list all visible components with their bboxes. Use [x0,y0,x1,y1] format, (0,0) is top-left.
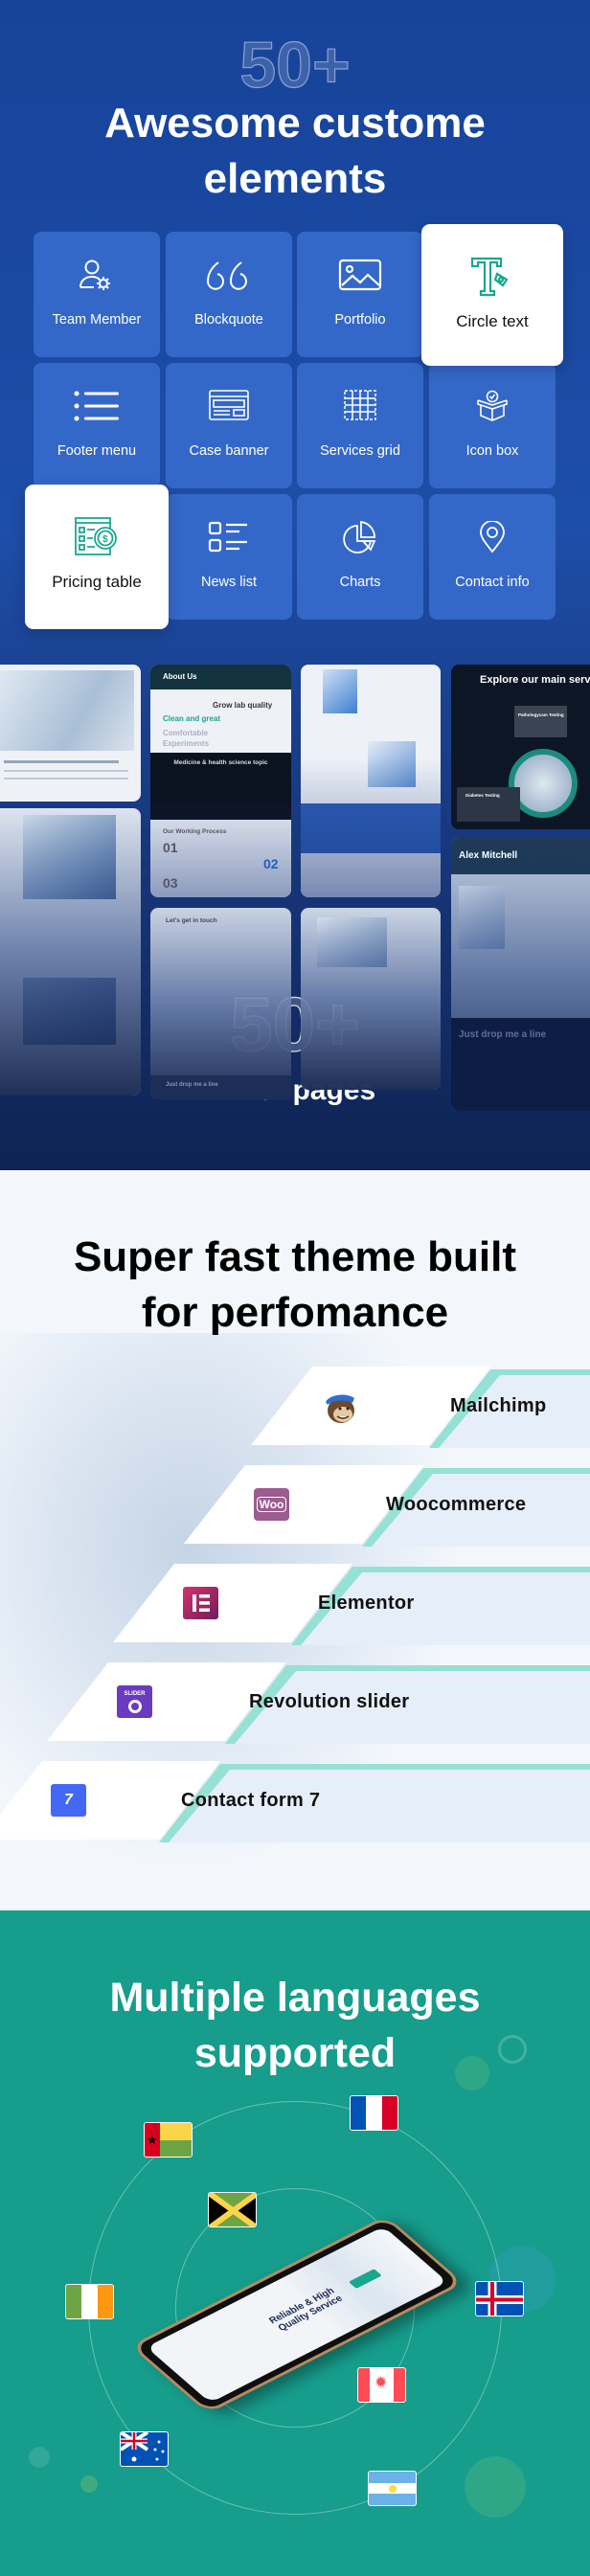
flag-iceland-icon[interactable] [475,2281,524,2316]
logo-text: 7 [64,1792,73,1808]
element-card-pricing-table[interactable]: $ Pricing table [25,485,169,629]
preview-text: Explore our main serv [480,674,590,686]
plugin-label: Revolution slider [249,1691,410,1712]
element-label: Footer menu [57,443,137,459]
languages-section: Multiple languages supported Reliable & … [0,1910,590,2576]
element-card-services-grid[interactable]: Services grid [297,363,423,488]
preview-text: 02 [263,856,279,871]
title-line-1: Multiple languages [109,1975,481,2021]
element-card-contact-info[interactable]: Contact info [429,494,556,620]
flag-ireland-icon[interactable] [65,2284,114,2319]
element-label: Blockquote [194,312,263,328]
section-title: Awesome custome elements [0,96,590,207]
plugin-label: Woocommerce [386,1494,527,1515]
element-label: Team Member [52,312,142,328]
element-label: News list [200,575,257,590]
preview-text: 03 [163,875,178,891]
element-label: Case banner [189,443,269,459]
section-title: Multiple languages supported [0,1970,590,2081]
preview-text: Just drop me a line [166,1082,218,1088]
element-card-icon-box[interactable]: Icon box [429,363,556,488]
flag-guinea-bissau-icon[interactable]: ★ [144,2122,193,2158]
box-icon [429,390,556,428]
preview-text: Grow lab quality [213,701,273,710]
preview-text: 01 [163,840,178,855]
preview-text: Pathologycam Testing [518,712,564,717]
preview-text: Comfortable Experiments [163,729,210,748]
location-pin-icon [429,521,556,559]
section-title: Super fast theme built for perfomance [0,1230,590,1341]
watermark-50-plus: 50+ [239,29,352,102]
element-card-charts[interactable]: Charts [297,494,423,620]
flag-argentina-icon[interactable] [368,2471,417,2506]
woocommerce-icon: Woo [254,1488,289,1521]
element-label: Circle text [456,312,529,330]
phone-tagline: Reliable & High Quality Service [266,2286,346,2334]
preview-about[interactable]: About Us Grow lab quality Clean and grea… [150,665,291,897]
news-list-icon [166,521,292,559]
preview-text: Let's get in touch [166,917,217,924]
element-label: Portfolio [334,312,386,328]
preview-team-member[interactable]: Alex Mitchell Just drop me a line [451,838,590,1111]
performance-section: Super fast theme built for perfomance Ma… [0,1170,590,1910]
preview-text: Medicine & health science topic [173,759,268,766]
preview-text: Clean and great [163,714,221,723]
preview-home[interactable] [0,665,141,802]
preview-text: Just drop me a line [459,1029,547,1040]
flag-jamaica-icon[interactable] [208,2192,257,2227]
title-line-2: for perfomance [141,1289,449,1336]
logo-text: Woo [256,1497,287,1512]
plugin-label: Elementor [318,1593,415,1614]
element-card-case-banner[interactable]: Case banner [166,363,292,488]
preview-text: About Us [163,672,197,681]
flag-france-icon[interactable] [350,2095,398,2131]
image-icon [297,259,423,297]
logo-text: SLIDER [124,1690,146,1697]
list-icon [34,390,160,428]
element-card-circle-text[interactable]: Circle text [421,224,563,366]
flag-australia-icon[interactable] [120,2431,169,2467]
element-card-news-list[interactable]: News list [166,494,292,620]
element-card-blockquote[interactable]: Blockquote [166,232,292,357]
title-line-1: Awesome custome [104,100,486,147]
element-card-portfolio[interactable]: Portfolio [297,232,423,357]
elements-section: 50+ Awesome custome elements Team Member… [0,0,590,1170]
plugin-label: Mailchimp [450,1395,547,1416]
preview-blog[interactable] [301,908,441,1090]
plugin-label: Contact form 7 [181,1790,321,1811]
preview-text: Alex Mitchell [459,850,518,861]
title-line-2: supported [193,2030,397,2076]
svg-text:$: $ [102,534,108,545]
text-pen-icon [421,257,563,297]
elementor-icon [183,1587,218,1619]
element-label: Contact info [455,575,530,590]
flag-canada-icon[interactable]: ✹ [357,2367,406,2403]
pricing-icon: $ [25,517,169,555]
preview-contact[interactable]: Let's get in touch Just drop me a line [150,908,291,1099]
title-line-1: Super fast theme built [73,1233,517,1280]
element-label: Pricing table [52,573,142,591]
preview-text: Our Working Process [163,828,227,835]
mailchimp-icon [321,1390,359,1426]
element-label: Services grid [320,443,400,459]
pie-chart-icon [297,521,423,559]
preview-services[interactable] [0,808,141,1096]
element-card-footer-menu[interactable]: Footer menu [34,363,160,488]
preview-research[interactable] [301,665,441,897]
preview-explore[interactable]: Explore our main serv Pathologycam Testi… [451,665,590,829]
element-label: Charts [339,575,381,590]
quote-icon [166,259,292,297]
revolution-slider-icon: SLIDER [117,1685,152,1718]
browser-banner-icon [166,390,292,428]
contact-form-7-icon: 7 [51,1784,86,1817]
grid-icon [297,390,423,428]
preview-text: Diabetes Testing [465,793,500,798]
element-label: Icon box [465,443,519,459]
user-gear-icon [34,259,160,297]
element-card-team-member[interactable]: Team Member [34,232,160,357]
title-line-2: elements [203,155,387,202]
